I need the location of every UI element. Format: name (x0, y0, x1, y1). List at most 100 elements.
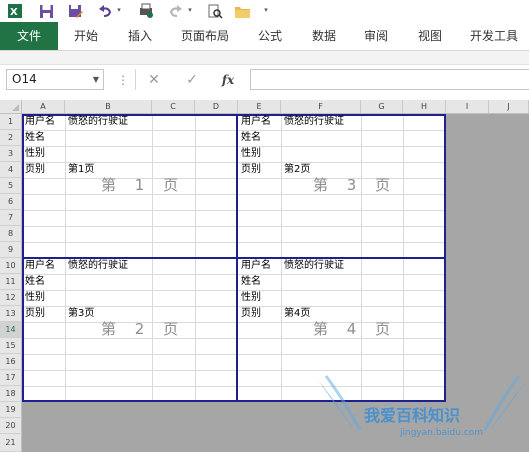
insert-function-button[interactable]: fx (217, 70, 239, 90)
tab-data[interactable]: 数据 (302, 22, 346, 50)
column-header-c[interactable]: C (152, 100, 195, 114)
print-preview-icon[interactable] (137, 2, 155, 20)
function-icon: fx (221, 73, 235, 87)
tab-page-layout[interactable]: 页面布局 (172, 22, 238, 50)
row-header-19[interactable]: 19 (0, 402, 22, 418)
name-box[interactable]: O14 ▼ (6, 69, 104, 90)
row-header-5[interactable]: 5 (0, 178, 22, 194)
tab-formulas[interactable]: 公式 (248, 22, 292, 50)
page-watermark-3: 第 3 页 (313, 176, 398, 194)
cell-a3[interactable]: 性别 (25, 148, 45, 160)
row-header-21[interactable]: 21 (0, 434, 22, 452)
save-icon[interactable] (37, 2, 55, 20)
cell-e12[interactable]: 性别 (241, 292, 261, 304)
column-header-e[interactable]: E (238, 100, 281, 114)
row-header-4[interactable]: 4 (0, 162, 22, 178)
cell-f10[interactable]: 愤怒的行驶证 (284, 260, 344, 272)
row-header-6[interactable]: 6 (0, 194, 22, 210)
column-header-j[interactable]: J (489, 100, 529, 114)
row-header-17[interactable]: 17 (0, 370, 22, 386)
row-header-12[interactable]: 12 (0, 290, 22, 306)
row-header-9[interactable]: 9 (0, 242, 22, 258)
row-header-3[interactable]: 3 (0, 146, 22, 162)
cell-b10[interactable]: 愤怒的行驶证 (68, 260, 128, 272)
cell-e13[interactable]: 页别 (241, 308, 261, 320)
column-header-f[interactable]: F (281, 100, 361, 114)
quick-access-toolbar: X ▾ ▾ ▾ (0, 0, 529, 22)
formula-input[interactable] (250, 69, 529, 90)
row-header-11[interactable]: 11 (0, 274, 22, 290)
cell-a1[interactable]: 用户名 (25, 116, 55, 128)
excel-logo-icon[interactable]: X (6, 2, 24, 20)
close-icon: ✕ (148, 72, 160, 88)
column-header-b[interactable]: B (65, 100, 152, 114)
row-header-10[interactable]: 10 (0, 258, 22, 274)
page-watermark-1: 第 1 页 (101, 176, 186, 194)
redo-dropdown-icon[interactable]: ▾ (186, 6, 194, 14)
name-box-value: O14 (12, 72, 37, 86)
cell-e10[interactable]: 用户名 (241, 260, 271, 272)
cell-a12[interactable]: 性别 (25, 292, 45, 304)
cell-a4[interactable]: 页别 (25, 164, 45, 176)
row-header-15[interactable]: 15 (0, 338, 22, 354)
formula-bar: O14 ▼ ⋮ ✕ ✓ fx (0, 65, 529, 95)
redo-icon[interactable] (166, 2, 184, 20)
tab-insert[interactable]: 插入 (118, 22, 162, 50)
cell-a10[interactable]: 用户名 (25, 260, 55, 272)
tab-home[interactable]: 开始 (64, 22, 108, 50)
cell-e3[interactable]: 性别 (241, 148, 261, 160)
column-header-h[interactable]: H (403, 100, 446, 114)
watermark-url: jingyan.baidu.com (400, 428, 484, 438)
watermark-title: 我爱百科知识 (364, 406, 461, 425)
row-header-20[interactable]: 20 (0, 418, 22, 434)
confirm-entry-button[interactable]: ✓ (181, 70, 203, 90)
customize-toolbar-icon[interactable]: ▾ (262, 6, 270, 14)
open-folder-icon[interactable] (233, 2, 251, 20)
row-header-16[interactable]: 16 (0, 354, 22, 370)
column-header-i[interactable]: I (446, 100, 489, 114)
page-watermark-2: 第 2 页 (101, 320, 186, 338)
tab-developer[interactable]: 开发工具 (462, 22, 526, 50)
cell-f4[interactable]: 第2页 (284, 164, 310, 176)
cell-f1[interactable]: 愤怒的行驶证 (284, 116, 344, 128)
page-watermark-4: 第 4 页 (313, 320, 398, 338)
row-header-7[interactable]: 7 (0, 210, 22, 226)
row-header-2[interactable]: 2 (0, 130, 22, 146)
tab-review[interactable]: 审阅 (354, 22, 398, 50)
undo-icon[interactable] (96, 2, 114, 20)
tab-view[interactable]: 视图 (408, 22, 452, 50)
print-preview-magnifier-icon[interactable] (206, 2, 224, 20)
cell-a2[interactable]: 姓名 (25, 132, 45, 144)
row-header-13[interactable]: 13 (0, 306, 22, 322)
cell-b1[interactable]: 愤怒的行驶证 (68, 116, 128, 128)
print-area[interactable]: 用户名 愤怒的行驶证 姓名 性别 页别 第1页 第 1 页 用户名 愤怒的行驶证… (22, 114, 446, 402)
tab-file[interactable]: 文件 (0, 22, 58, 50)
row-header-14[interactable]: 14 (0, 322, 22, 338)
cell-e1[interactable]: 用户名 (241, 116, 271, 128)
row-header-18[interactable]: 18 (0, 386, 22, 402)
column-header-a[interactable]: A (22, 100, 65, 114)
formula-bar-grip-icon[interactable]: ⋮ (117, 73, 129, 87)
column-header-g[interactable]: G (361, 100, 403, 114)
row-header-8[interactable]: 8 (0, 226, 22, 242)
cell-b4[interactable]: 第1页 (68, 164, 94, 176)
row-header-1[interactable]: 1 (0, 114, 22, 130)
undo-dropdown-icon[interactable]: ▾ (115, 6, 123, 14)
cell-a13[interactable]: 页别 (25, 308, 45, 320)
formula-bar-divider (135, 69, 136, 90)
excel-window: X ▾ ▾ ▾ 文件 开始 插入 页面布局 公式 数据 审阅 视图 开发工具 O… (0, 0, 529, 452)
save-as-icon[interactable] (66, 2, 84, 20)
baidu-jingyan-watermark: 我爱百科知识 jingyan.baidu.com (316, 372, 529, 452)
cell-b13[interactable]: 第3页 (68, 308, 94, 320)
cell-a11[interactable]: 姓名 (25, 276, 45, 288)
ribbon-collapsed-area (0, 51, 529, 65)
column-header-d[interactable]: D (195, 100, 238, 114)
cell-e4[interactable]: 页别 (241, 164, 261, 176)
cell-e11[interactable]: 姓名 (241, 276, 261, 288)
select-all-button[interactable] (0, 100, 22, 114)
cancel-entry-button[interactable]: ✕ (143, 70, 165, 90)
chevron-down-icon[interactable]: ▼ (93, 70, 99, 89)
cell-f13[interactable]: 第4页 (284, 308, 310, 320)
cell-e2[interactable]: 姓名 (241, 132, 261, 144)
check-icon: ✓ (186, 72, 198, 88)
